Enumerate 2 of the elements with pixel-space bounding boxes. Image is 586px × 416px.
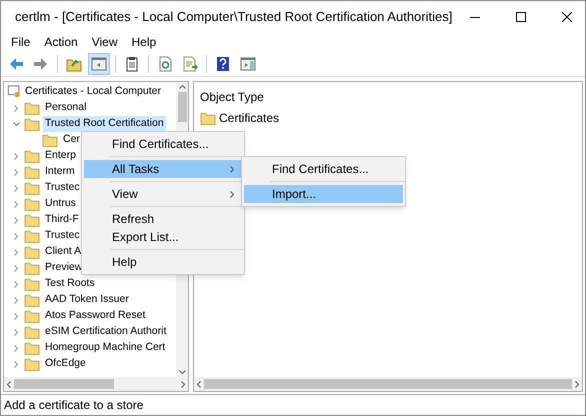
status-text: Add a certificate to a store	[4, 397, 144, 414]
window-title: certlm - [Certificates - Local Computer\Trusted Root Certification Authorities]	[15, 8, 452, 26]
